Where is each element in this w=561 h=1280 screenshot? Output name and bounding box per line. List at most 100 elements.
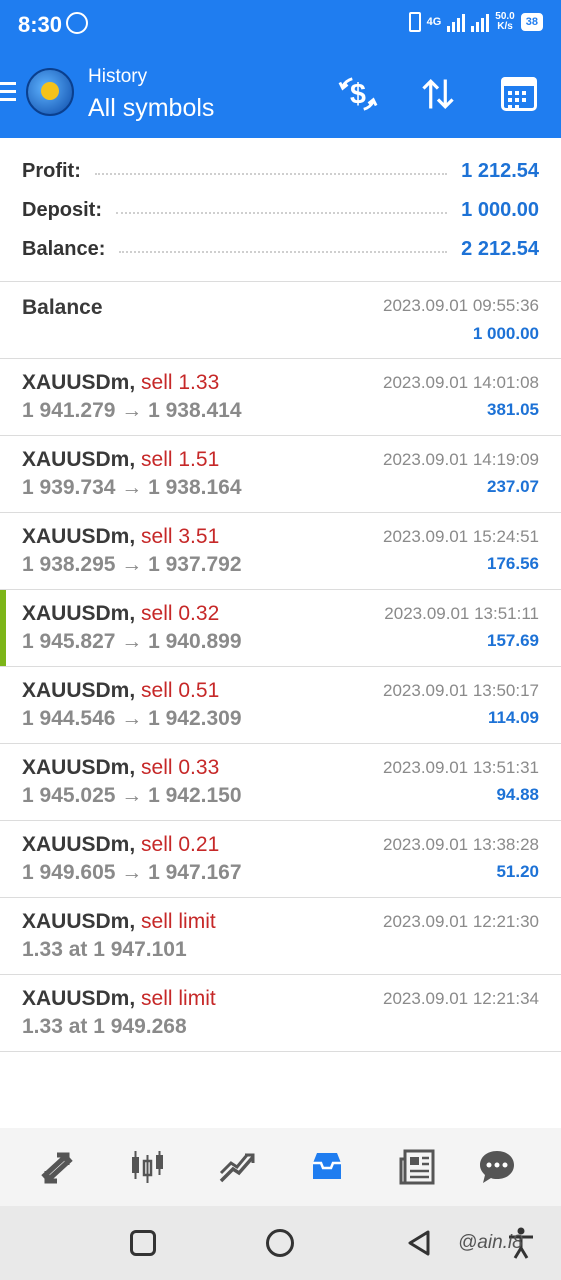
deal-side: sell 0.21: [141, 833, 220, 856]
quotes-icon[interactable]: [34, 1144, 80, 1190]
app-logo-icon: [26, 68, 74, 116]
deal-side: sell 1.51: [141, 448, 220, 471]
deal-profit: 114.09: [487, 708, 539, 727]
deal-side: sell 3.51: [141, 525, 220, 548]
balance-value: 2 212.54: [461, 237, 539, 260]
order-symbol: XAUUSDm,: [22, 910, 136, 933]
deal-symbol-line: XAUUSDm, sell 0.33: [22, 756, 219, 780]
deal-symbol: XAUUSDm,: [22, 448, 136, 471]
deal-side: sell 0.32: [141, 602, 220, 625]
dotted-leader: [116, 212, 448, 214]
deal-symbol-line: XAUUSDm, sell 3.51: [22, 525, 219, 549]
balance-entry-row[interactable]: Balance 2023.09.01 09:55:36 1 000.00: [0, 282, 561, 359]
deal-row[interactable]: XAUUSDm, sell 1.33 1 941.279 → 1 938.414…: [0, 359, 561, 436]
deal-row[interactable]: XAUUSDm, sell 1.51 1 939.734 → 1 938.164…: [0, 436, 561, 513]
deal-prices: 1 945.025 → 1 942.150: [22, 784, 242, 807]
deal-profit: 237.07: [487, 477, 539, 496]
sort-icon[interactable]: [416, 72, 460, 116]
order-detail: 1.33 at 1 949.268: [22, 1015, 187, 1038]
deal-symbol: XAUUSDm,: [22, 833, 136, 856]
profit-label: Profit:: [22, 159, 81, 182]
svg-text:$: $: [350, 79, 366, 111]
network-speed-unit: K/s: [497, 21, 513, 32]
dotted-leader: [94, 173, 448, 175]
balance-label: Balance:: [22, 237, 106, 260]
deal-profit: 381.05: [487, 400, 539, 419]
chat-icon[interactable]: [474, 1144, 520, 1190]
order-time: 2023.09.01 12:21:34: [383, 989, 539, 1008]
deal-row[interactable]: XAUUSDm, sell 0.51 1 944.546 → 1 942.309…: [0, 667, 561, 744]
deal-symbol-line: XAUUSDm, sell 0.51: [22, 679, 219, 703]
deal-prices: 1 941.279 → 1 938.414: [22, 399, 242, 422]
deal-row-selected[interactable]: XAUUSDm, sell 0.32 1 945.827 → 1 940.899…: [0, 590, 561, 667]
deal-row[interactable]: XAUUSDm, sell 0.21 1 949.605 → 1 947.167…: [0, 821, 561, 898]
summary-profit-row: Profit: 1 212.54: [22, 156, 539, 186]
signal-icon-2: [471, 12, 490, 32]
profit-value: 1 212.54: [461, 159, 539, 182]
deal-prices: 1 949.605 → 1 947.167: [22, 861, 242, 884]
battery-icon: 38: [520, 13, 543, 31]
news-icon[interactable]: [394, 1144, 440, 1190]
deal-time: 2023.09.01 13:51:11: [384, 604, 539, 623]
deal-time: 2023.09.01 13:50:17: [383, 681, 539, 700]
status-icons: 4G 50.0 K/s 38: [408, 12, 543, 32]
deal-profit: 176.56: [487, 554, 539, 573]
chart-candles-icon[interactable]: [124, 1144, 170, 1190]
deal-profit: 94.88: [496, 785, 539, 804]
balance-entry-label: Balance: [22, 296, 103, 319]
calendar-icon[interactable]: [497, 72, 541, 116]
deal-time: 2023.09.01 13:38:28: [383, 835, 539, 854]
deal-symbol-line: XAUUSDm, sell 1.33: [22, 371, 219, 395]
network-speed: 50.0 K/s: [495, 12, 514, 32]
deal-time: 2023.09.01 13:51:31: [383, 758, 539, 777]
deal-profit: 157.69: [487, 631, 539, 650]
order-symbol-line: XAUUSDm, sell limit: [22, 987, 216, 1011]
balance-entry-amount: 1 000.00: [472, 324, 539, 343]
deal-prices: 1 945.827 → 1 940.899: [22, 630, 242, 653]
deal-prices: 1 939.734 → 1 938.164: [22, 476, 242, 499]
app-bar-title[interactable]: All symbols: [88, 94, 214, 123]
dotted-leader: [119, 251, 448, 253]
order-side: sell limit: [141, 910, 216, 933]
order-time: 2023.09.01 12:21:30: [383, 912, 539, 931]
deposit-value: 1 000.00: [461, 198, 539, 221]
deal-symbol-line: XAUUSDm, sell 0.21: [22, 833, 219, 857]
signal-icon: [447, 12, 466, 32]
deal-symbol-line: XAUUSDm, sell 0.32: [22, 602, 219, 626]
network-type: 4G: [426, 16, 442, 28]
deal-prices: 1 938.295 → 1 937.792: [22, 553, 242, 576]
selected-marker: [0, 590, 6, 666]
home-button[interactable]: [266, 1229, 294, 1257]
deal-side: sell 0.51: [141, 679, 220, 702]
order-row[interactable]: XAUUSDm, sell limit 1.33 at 1 949.268 20…: [0, 975, 561, 1052]
deal-row[interactable]: XAUUSDm, sell 0.33 1 945.025 → 1 942.150…: [0, 744, 561, 821]
deposit-label: Deposit:: [22, 198, 102, 221]
deal-symbol-line: XAUUSDm, sell 1.51: [22, 448, 219, 472]
balance-entry-time: 2023.09.01 09:55:36: [383, 296, 539, 315]
deal-time: 2023.09.01 14:19:09: [383, 450, 539, 469]
whatsapp-icon: [66, 12, 88, 34]
order-detail: 1.33 at 1 947.101: [22, 938, 187, 961]
watermark: @ain.i8: [458, 1232, 523, 1253]
summary-balance-row: Balance: 2 212.54: [22, 234, 539, 264]
menu-icon[interactable]: [0, 82, 16, 102]
history-icon[interactable]: [304, 1144, 350, 1190]
deal-symbol: XAUUSDm,: [22, 756, 136, 779]
history-summary: Profit: 1 212.54 Deposit: 1 000.00 Balan…: [0, 138, 561, 282]
dollar-exchange-icon[interactable]: $: [336, 72, 380, 116]
order-row[interactable]: XAUUSDm, sell limit 1.33 at 1 947.101 20…: [0, 898, 561, 975]
deal-time: 2023.09.01 15:24:51: [383, 527, 539, 546]
summary-deposit-row: Deposit: 1 000.00: [22, 195, 539, 225]
app-bar-subtitle: History: [88, 66, 148, 87]
order-side: sell limit: [141, 987, 216, 1010]
trade-icon[interactable]: [214, 1144, 260, 1190]
status-time: 8:30: [18, 12, 63, 37]
deal-row[interactable]: XAUUSDm, sell 3.51 1 938.295 → 1 937.792…: [0, 513, 561, 590]
back-button[interactable]: [404, 1228, 434, 1258]
deal-side: sell 1.33: [141, 371, 220, 394]
deal-profit: 51.20: [496, 862, 539, 881]
status-bar: 8:30 4G 50.0 K/s 38: [0, 0, 561, 52]
deal-prices: 1 944.546 → 1 942.309: [22, 707, 242, 730]
recents-button[interactable]: [130, 1230, 156, 1256]
order-symbol: XAUUSDm,: [22, 987, 136, 1010]
